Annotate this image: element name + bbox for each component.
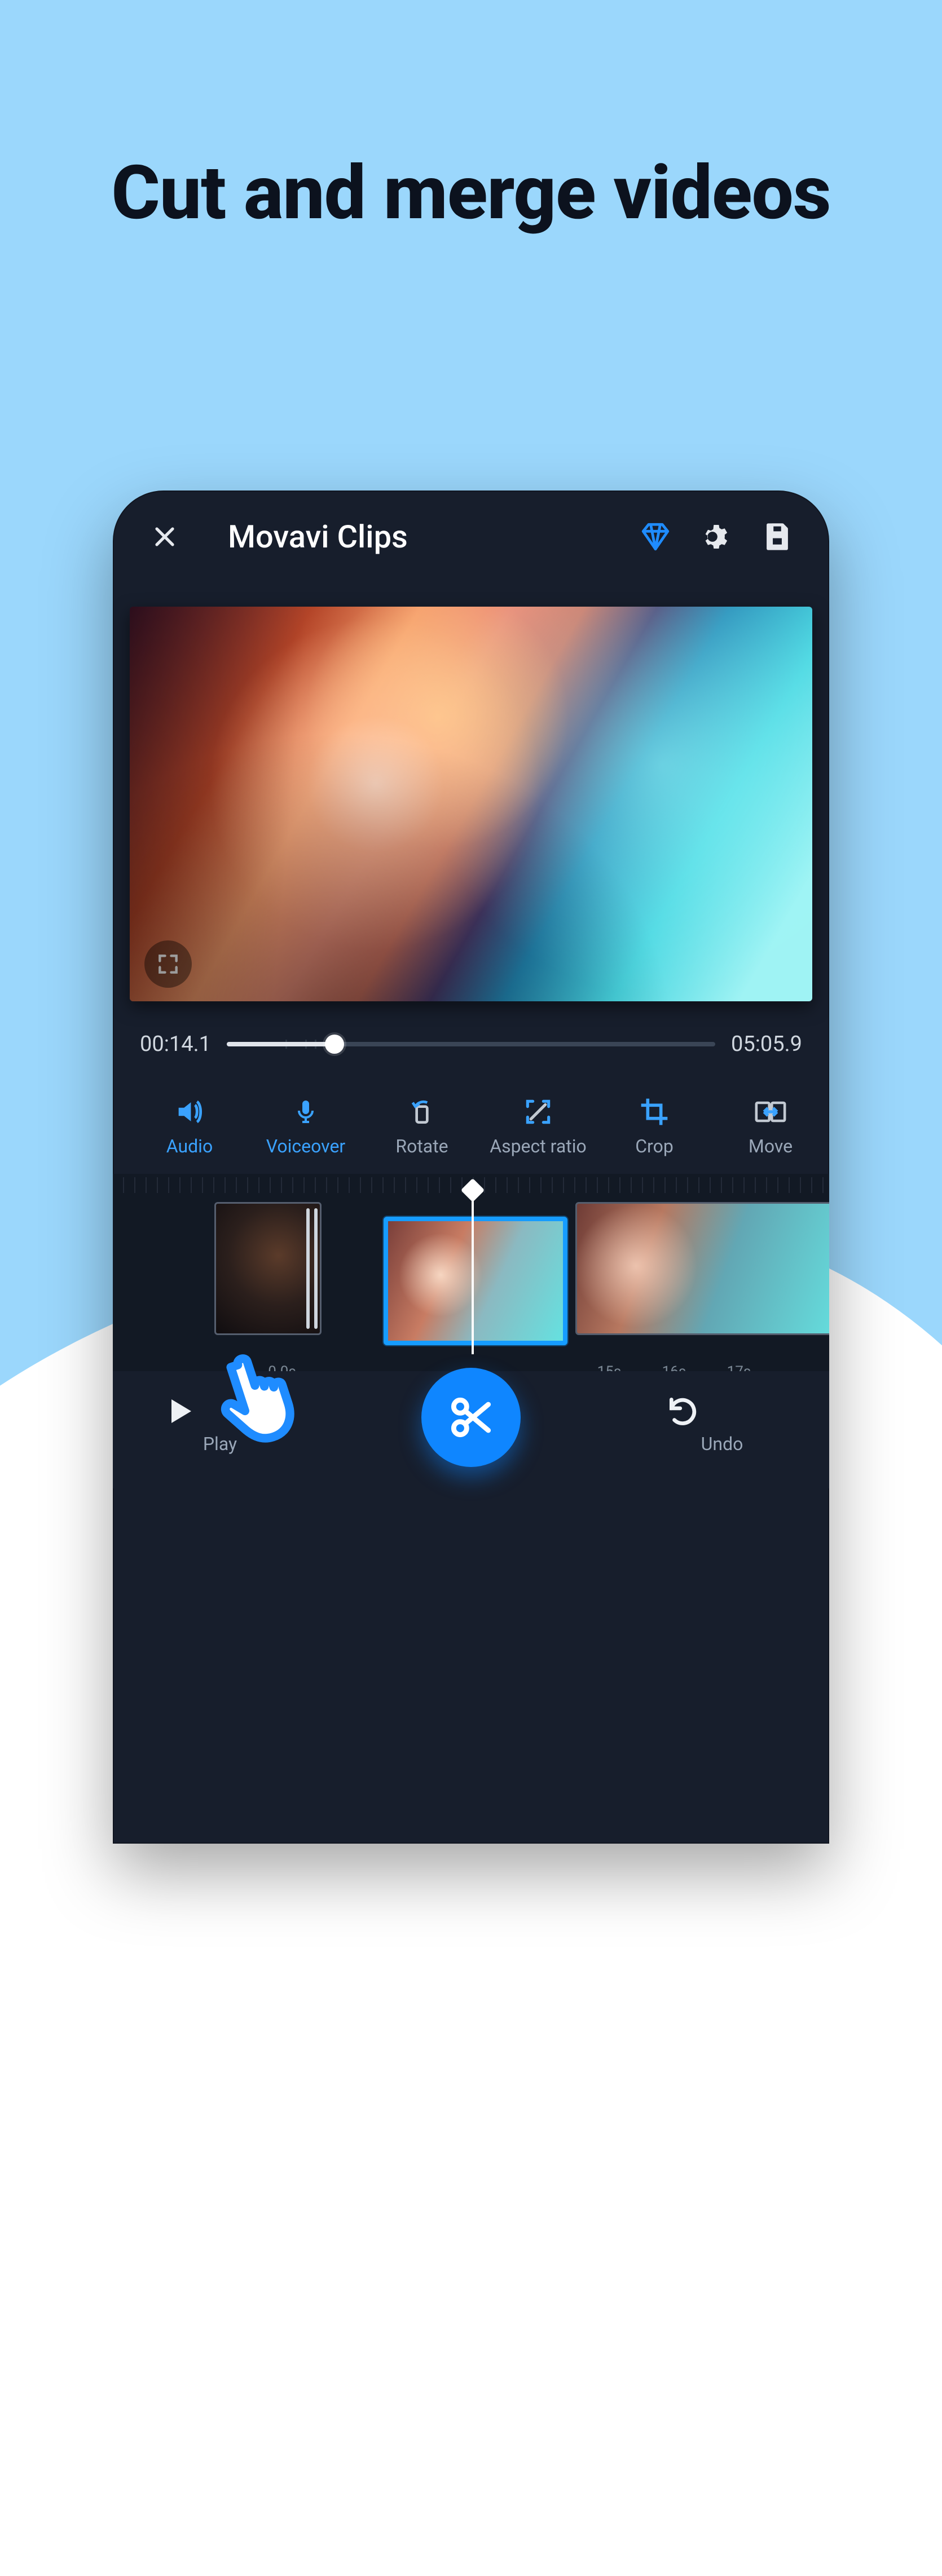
save-icon — [761, 521, 793, 553]
tool-audio[interactable]: Audio — [133, 1094, 246, 1157]
undo-label: Undo — [666, 1433, 778, 1455]
seek-thumb[interactable] — [325, 1035, 344, 1054]
time-total: 05:05.9 — [731, 1032, 802, 1057]
mic-icon — [292, 1095, 319, 1128]
clip-handle[interactable] — [306, 1208, 310, 1329]
premium-button[interactable] — [633, 514, 678, 559]
tool-label: Crop — [598, 1135, 711, 1157]
undo-button[interactable]: Undo — [666, 1394, 778, 1455]
tool-label: Voiceover — [249, 1135, 362, 1157]
save-button[interactable] — [755, 514, 800, 559]
tool-crop[interactable]: Crop — [598, 1094, 711, 1157]
tool-label: Aspect ratio — [482, 1135, 595, 1157]
timeline-clip-selected[interactable] — [384, 1217, 567, 1345]
tool-voiceover[interactable]: Voiceover — [249, 1094, 362, 1157]
phone-frame: Movavi Clips 00:14.1 05:05.9 — [113, 491, 829, 1844]
expand-icon — [156, 952, 181, 977]
fullscreen-button[interactable] — [144, 940, 192, 988]
seek-slider[interactable] — [227, 1042, 715, 1046]
tool-move[interactable]: Move — [714, 1094, 827, 1157]
rotate-icon — [406, 1096, 438, 1128]
promo-title: Cut and merge videos — [0, 152, 942, 236]
undo-icon — [666, 1394, 701, 1429]
tool-label: Rotate — [366, 1135, 478, 1157]
tool-strip[interactable]: Audio Voiceover Rotate Aspect ratio Crop… — [113, 1076, 829, 1169]
app-title: Movavi Clips — [194, 518, 626, 555]
timeline-clip[interactable] — [575, 1202, 829, 1335]
tutorial-hand-icon — [203, 1331, 327, 1455]
progress-row: 00:14.1 05:05.9 — [113, 1001, 829, 1076]
time-current: 00:14.1 — [140, 1032, 211, 1057]
tool-aspect[interactable]: Aspect ratio — [482, 1094, 595, 1157]
app-topbar: Movavi Clips — [113, 491, 829, 576]
tool-label: Audio — [133, 1135, 246, 1157]
diamond-icon — [639, 520, 672, 553]
tool-label: Move — [714, 1135, 827, 1157]
scissors-icon — [445, 1391, 497, 1443]
move-icon — [752, 1097, 789, 1126]
audio-icon — [173, 1095, 206, 1128]
crop-icon — [639, 1096, 670, 1128]
video-preview[interactable] — [130, 607, 812, 1001]
play-icon — [164, 1394, 195, 1429]
settings-button[interactable] — [694, 514, 739, 559]
timeline-clip[interactable] — [214, 1202, 322, 1335]
gear-icon — [701, 521, 732, 553]
cut-fab[interactable] — [421, 1368, 521, 1467]
close-button[interactable] — [142, 514, 187, 559]
close-icon — [151, 523, 178, 550]
tool-rotate[interactable]: Rotate — [366, 1094, 478, 1157]
clip-handle[interactable] — [314, 1208, 318, 1329]
seek-fill — [227, 1042, 334, 1046]
aspect-icon — [522, 1096, 554, 1128]
